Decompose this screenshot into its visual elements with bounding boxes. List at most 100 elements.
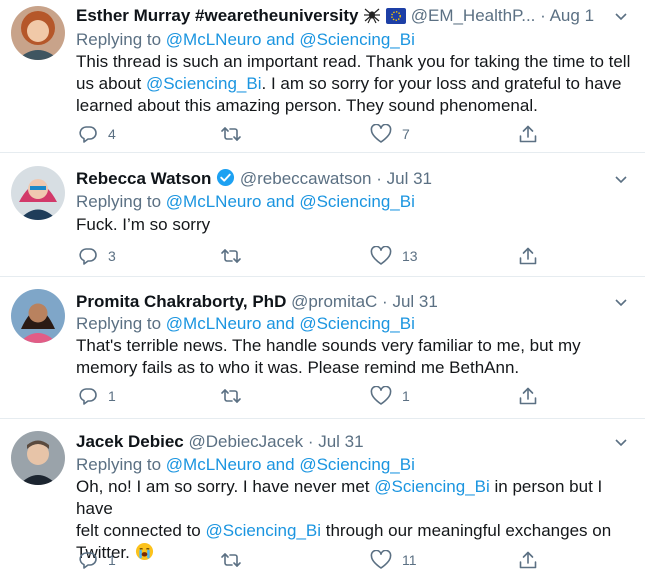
avatar[interactable]: [11, 431, 65, 485]
reply-button[interactable]: 1: [78, 550, 116, 570]
mention-link[interactable]: @McLNeuro: [166, 192, 262, 211]
speech-bubble-icon: [79, 248, 97, 265]
avatar[interactable]: [11, 289, 65, 343]
user-handle[interactable]: @promitaC: [291, 292, 377, 311]
text-segment: . I am so sorry for your loss and gratef…: [261, 74, 622, 93]
tweet-actions: 4 7: [76, 124, 546, 146]
text-segment: felt connected to: [76, 521, 206, 540]
avatar[interactable]: [11, 6, 65, 60]
eu-flag-emoji-icon: [385, 8, 406, 30]
mention-link[interactable]: @McLNeuro: [166, 455, 262, 474]
replying-to: Replying to @McLNeuro and @Sciencing_Bi: [76, 191, 415, 213]
reply-count: 1: [108, 552, 116, 568]
replying-to: Replying to @McLNeuro and @Sciencing_Bi: [76, 29, 415, 51]
like-count: 1: [402, 388, 410, 404]
heart-icon: [370, 550, 392, 569]
tweet-date[interactable]: Aug 1: [550, 6, 594, 25]
like-button[interactable]: 11: [370, 550, 417, 570]
reply-button[interactable]: 4: [78, 124, 116, 144]
like-button[interactable]: 7: [370, 124, 410, 144]
like-count: 13: [402, 248, 418, 264]
share-button[interactable]: [518, 550, 538, 570]
text-segment: Oh, no! I am so sorry. I have never met: [76, 477, 375, 496]
share-icon: [519, 551, 537, 569]
like-count: 7: [402, 126, 410, 142]
like-button[interactable]: 13: [370, 246, 418, 266]
tweet-text-line: learned about this amazing person. They …: [76, 96, 538, 115]
tweet-text-line: Oh, no! I am so sorry. I have never met …: [76, 476, 636, 520]
mention-link[interactable]: @Sciencing_Bi: [299, 192, 415, 211]
reply-button[interactable]: 3: [78, 246, 116, 266]
mention-link[interactable]: @Sciencing_Bi: [299, 314, 415, 333]
tweet-text-line: This thread is such an important read. T…: [76, 52, 631, 71]
retweet-icon: [221, 249, 241, 263]
mention-link[interactable]: @Sciencing_Bi: [205, 521, 321, 540]
display-name[interactable]: Promita Chakraborty, PhD: [76, 292, 286, 311]
text-segment: us about: [76, 74, 146, 93]
tweet-date[interactable]: Jul 31: [387, 169, 432, 188]
retweet-button[interactable]: [220, 550, 252, 570]
replying-and: and: [266, 30, 295, 49]
share-button[interactable]: [518, 386, 538, 406]
tweet-rebecca-watson[interactable]: Rebecca Watson @rebeccawatson · Jul 31 R…: [0, 153, 645, 273]
separator-dot: ·: [307, 432, 314, 451]
tweet-text-line: That's terrible news. The handle sounds …: [76, 336, 581, 355]
replying-and: and: [266, 455, 295, 474]
mention-link[interactable]: @Sciencing_Bi: [299, 455, 415, 474]
display-name[interactable]: Rebecca Watson: [76, 169, 211, 188]
replying-to: Replying to @McLNeuro and @Sciencing_Bi: [76, 454, 415, 476]
reply-count: 1: [108, 388, 116, 404]
share-icon: [519, 125, 537, 143]
user-handle[interactable]: @rebeccawatson: [240, 169, 372, 188]
chevron-down-icon[interactable]: [613, 435, 629, 451]
mention-link[interactable]: @McLNeuro: [166, 314, 262, 333]
share-icon: [519, 247, 537, 265]
separator-dot: ·: [376, 169, 382, 188]
tweet-text-line: Fuck. I’m so sorry: [76, 215, 211, 234]
tweet-jacek-debiec[interactable]: Jacek Debiec @DebiecJacek · Jul 31 Reply…: [0, 419, 645, 580]
tweet-actions: 1 11: [76, 550, 546, 572]
tweet-date[interactable]: Jul 31: [392, 292, 437, 311]
user-handle[interactable]: @EM_HealthP...: [411, 6, 536, 25]
chevron-down-icon[interactable]: [613, 295, 629, 311]
tweet-date[interactable]: Jul 31: [318, 432, 363, 451]
tweet-text-line: memory fails as to who it was. Please re…: [76, 358, 520, 377]
retweet-icon: [221, 127, 241, 141]
replying-to-label: Replying to: [76, 314, 162, 333]
mention-link[interactable]: @Sciencing_Bi: [146, 74, 262, 93]
like-count: 11: [402, 552, 417, 568]
tweet-esther-murray[interactable]: Esther Murray #wearetheuniversity @EM_He…: [0, 0, 645, 152]
tweet-text-line: felt connected to @Sciencing_Bi through …: [76, 520, 636, 542]
tweet-text: Fuck. I’m so sorry: [76, 214, 636, 236]
retweet-button[interactable]: [220, 246, 252, 266]
avatar[interactable]: [11, 166, 65, 220]
heart-icon: [370, 246, 392, 265]
reply-button[interactable]: 1: [78, 386, 116, 406]
mention-link[interactable]: @Sciencing_Bi: [299, 30, 415, 49]
tweet-actions: 3 13: [76, 246, 546, 268]
text-segment: through our meaningful exchanges on: [321, 521, 612, 540]
reply-count: 3: [108, 248, 116, 264]
chevron-down-icon[interactable]: [613, 9, 629, 25]
verified-badge-icon: [216, 168, 235, 193]
like-button[interactable]: 1: [370, 386, 410, 406]
retweet-icon: [221, 553, 241, 567]
retweet-button[interactable]: [220, 124, 252, 144]
retweet-button[interactable]: [220, 386, 252, 406]
share-icon: [519, 387, 537, 405]
speech-bubble-icon: [79, 126, 97, 143]
spider-emoji-icon: [363, 6, 381, 30]
display-name[interactable]: Jacek Debiec: [76, 432, 184, 451]
tweet-promita-chakraborty[interactable]: Promita Chakraborty, PhD @promitaC · Jul…: [0, 277, 645, 417]
mention-link[interactable]: @McLNeuro: [166, 30, 262, 49]
replying-to-label: Replying to: [76, 455, 162, 474]
separator-dot: ·: [382, 292, 388, 311]
display-name[interactable]: Esther Murray #wearetheuniversity: [76, 6, 359, 25]
share-button[interactable]: [518, 124, 538, 144]
user-handle[interactable]: @DebiecJacek: [188, 432, 303, 451]
chevron-down-icon[interactable]: [613, 172, 629, 188]
tweet-text: That's terrible news. The handle sounds …: [76, 335, 636, 379]
mention-link[interactable]: @Sciencing_Bi: [374, 477, 490, 496]
separator-dot: ·: [540, 6, 546, 25]
share-button[interactable]: [518, 246, 538, 266]
